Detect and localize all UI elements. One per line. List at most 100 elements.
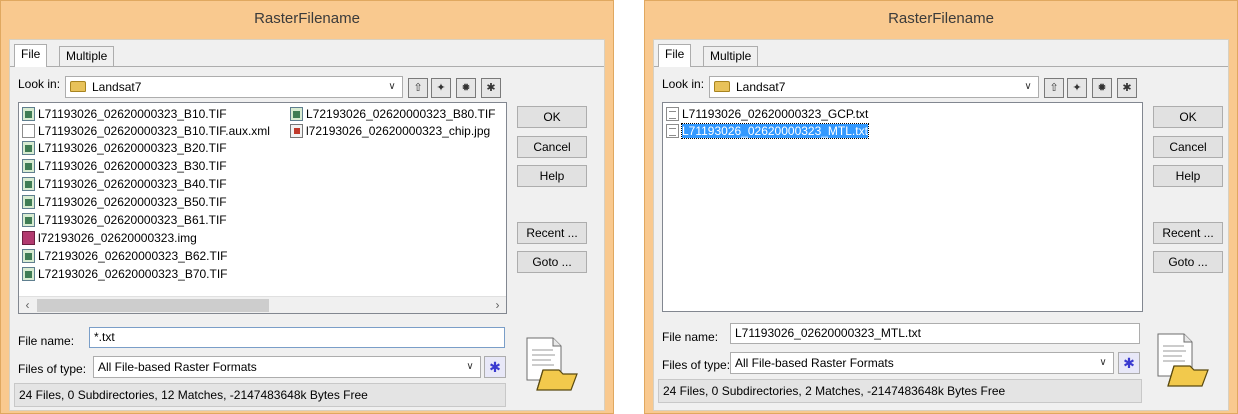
scroll-left-icon[interactable]: ‹ bbox=[19, 297, 36, 313]
list-item[interactable]: L71193026_02620000323_B10.TIF.aux.xml bbox=[22, 123, 270, 140]
tif-file-icon bbox=[22, 177, 35, 191]
files-of-type-value: All File-based Raster Formats bbox=[735, 356, 894, 370]
new-folder-button[interactable]: ✦ bbox=[1067, 78, 1087, 98]
filter-options-button[interactable]: ✱ bbox=[1118, 352, 1140, 374]
scroll-right-icon[interactable]: › bbox=[489, 297, 506, 313]
file-list[interactable]: L71193026_02620000323_GCP.txt L71193026_… bbox=[662, 102, 1143, 312]
list-item[interactable]: L71193026_02620000323_B20.TIF bbox=[22, 140, 227, 157]
file-name-input[interactable]: L71193026_02620000323_MTL.txt bbox=[730, 323, 1140, 344]
files-of-type-combo[interactable]: All File-based Raster Formats ∨ bbox=[93, 356, 481, 378]
dialog-title: RasterFilename bbox=[888, 10, 994, 27]
list-item[interactable]: L71193026_02620000323_B10.TIF bbox=[22, 106, 227, 123]
jpg-file-icon bbox=[290, 124, 303, 138]
dialog-client-area: File Multiple Look in: Landsat7 ∨ ⇧ ✦ ✹ … bbox=[9, 39, 605, 411]
file-name-input[interactable]: *.txt bbox=[89, 327, 505, 348]
horizontal-scrollbar[interactable]: ‹ › bbox=[19, 296, 506, 313]
status-bar: 24 Files, 0 Subdirectories, 12 Matches, … bbox=[14, 383, 506, 407]
file-name-label: File name: bbox=[18, 334, 75, 348]
tif-file-icon bbox=[22, 159, 35, 173]
look-in-label: Look in: bbox=[662, 77, 705, 91]
recent-button[interactable]: Recent ... bbox=[1153, 222, 1223, 244]
list-item[interactable]: l72193026_02620000323_chip.jpg bbox=[290, 123, 490, 140]
list-item[interactable]: L71193026_02620000323_B50.TIF bbox=[22, 194, 227, 211]
file-name-label: File name: bbox=[662, 330, 719, 344]
look-in-label: Look in: bbox=[18, 77, 61, 91]
star-icon: ✱ bbox=[489, 359, 501, 375]
dialog-client-area: File Multiple Look in: Landsat7 ∨ ⇧ ✦ ✹ … bbox=[653, 39, 1229, 411]
list-item[interactable]: L71193026_02620000323_B40.TIF bbox=[22, 176, 227, 193]
folder-icon bbox=[714, 81, 730, 92]
document-icon bbox=[22, 124, 35, 138]
filter-options-button[interactable]: ✱ bbox=[484, 356, 506, 378]
goto-button[interactable]: Goto ... bbox=[517, 251, 587, 273]
open-folder-icon bbox=[1157, 333, 1209, 387]
dialog-title: RasterFilename bbox=[254, 10, 360, 27]
open-folder-icon bbox=[526, 337, 578, 391]
raster-filename-dialog-right: RasterFilename File Multiple Look in: La… bbox=[644, 0, 1238, 414]
tab-multiple[interactable]: Multiple bbox=[703, 46, 759, 66]
chevron-down-icon: ∨ bbox=[388, 81, 396, 92]
list-item[interactable]: L71193026_02620000323_GCP.txt bbox=[666, 106, 868, 123]
tif-file-icon bbox=[290, 107, 303, 121]
tif-file-icon bbox=[22, 213, 35, 227]
help-button[interactable]: Help bbox=[517, 165, 587, 187]
up-folder-icon: ⇧ bbox=[1049, 82, 1059, 94]
tab-multiple[interactable]: Multiple bbox=[59, 46, 115, 66]
cancel-button[interactable]: Cancel bbox=[517, 136, 587, 158]
list-item[interactable]: L71193026_02620000323_B30.TIF bbox=[22, 158, 227, 175]
tif-file-icon bbox=[22, 195, 35, 209]
scrollbar-thumb[interactable] bbox=[37, 299, 269, 312]
goto-button[interactable]: Goto ... bbox=[1153, 251, 1223, 273]
status-bar: 24 Files, 0 Subdirectories, 2 Matches, -… bbox=[658, 379, 1142, 403]
look-in-combo[interactable]: Landsat7 ∨ bbox=[65, 76, 403, 98]
files-of-type-combo[interactable]: All File-based Raster Formats ∨ bbox=[730, 352, 1114, 374]
up-folder-icon: ⇧ bbox=[413, 82, 423, 94]
list-item[interactable]: L72193026_02620000323_B62.TIF bbox=[22, 248, 228, 265]
tif-file-icon bbox=[22, 267, 35, 281]
up-folder-button[interactable]: ⇧ bbox=[1044, 78, 1064, 98]
ok-button[interactable]: OK bbox=[1153, 106, 1223, 128]
tab-file[interactable]: File bbox=[14, 44, 48, 67]
recent-button[interactable]: Recent ... bbox=[517, 222, 587, 244]
chevron-down-icon: ∨ bbox=[1099, 357, 1107, 368]
folder-icon bbox=[70, 81, 86, 92]
files-of-type-label: Files of type: bbox=[662, 358, 731, 372]
star-icon: ✱ bbox=[1123, 355, 1135, 371]
tools-icon: ✹ bbox=[461, 82, 471, 94]
ok-button[interactable]: OK bbox=[517, 106, 587, 128]
chevron-down-icon: ∨ bbox=[466, 361, 474, 372]
tif-file-icon bbox=[22, 107, 35, 121]
tools-button[interactable]: ✹ bbox=[456, 78, 476, 98]
raster-filename-dialog-left: RasterFilename File Multiple Look in: La… bbox=[0, 0, 614, 414]
chevron-down-icon: ∨ bbox=[1024, 81, 1032, 92]
help-button[interactable]: Help bbox=[1153, 165, 1223, 187]
up-folder-button[interactable]: ⇧ bbox=[408, 78, 428, 98]
new-folder-button[interactable]: ✦ bbox=[431, 78, 451, 98]
file-list[interactable]: L71193026_02620000323_B10.TIF L71193026_… bbox=[18, 102, 507, 314]
look-in-combo[interactable]: Landsat7 ∨ bbox=[709, 76, 1039, 98]
tools-icon: ✹ bbox=[1097, 82, 1107, 94]
list-item-selected[interactable]: L71193026_02620000323_MTL.txt bbox=[666, 123, 869, 140]
list-item[interactable]: l72193026_02620000323.img bbox=[22, 230, 197, 247]
tif-file-icon bbox=[22, 141, 35, 155]
files-of-type-label: Files of type: bbox=[18, 362, 87, 376]
cancel-button[interactable]: Cancel bbox=[1153, 136, 1223, 158]
tab-file[interactable]: File bbox=[658, 44, 692, 67]
tab-divider bbox=[10, 66, 604, 67]
star-icon: ✱ bbox=[1122, 82, 1132, 94]
list-item[interactable]: L72193026_02620000323_B70.TIF bbox=[22, 266, 228, 283]
look-in-value: Landsat7 bbox=[736, 80, 786, 94]
tab-divider bbox=[654, 66, 1228, 67]
settings-button[interactable]: ✱ bbox=[1117, 78, 1137, 98]
tif-file-icon bbox=[22, 249, 35, 263]
txt-file-icon bbox=[666, 124, 679, 138]
settings-button[interactable]: ✱ bbox=[481, 78, 501, 98]
new-folder-icon: ✦ bbox=[436, 82, 446, 94]
files-of-type-value: All File-based Raster Formats bbox=[98, 360, 257, 374]
list-item[interactable]: L71193026_02620000323_B61.TIF bbox=[22, 212, 227, 229]
tools-button[interactable]: ✹ bbox=[1092, 78, 1112, 98]
look-in-value: Landsat7 bbox=[92, 80, 142, 94]
star-icon: ✱ bbox=[486, 82, 496, 94]
list-item[interactable]: L72193026_02620000323_B80.TIF bbox=[290, 106, 496, 123]
new-folder-icon: ✦ bbox=[1072, 82, 1082, 94]
